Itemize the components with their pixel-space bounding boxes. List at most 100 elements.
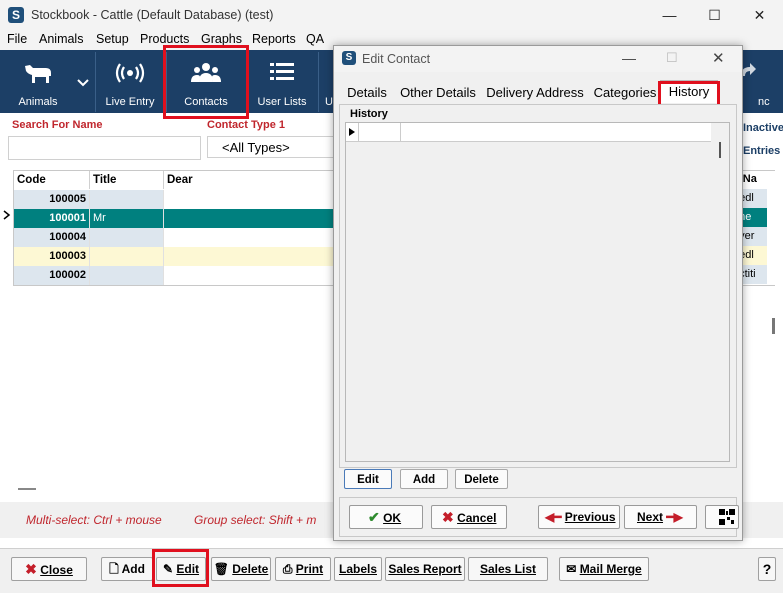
list-icon xyxy=(270,63,294,80)
group-select-hint: Group select: Shift + m xyxy=(194,513,317,527)
print-button-label: Print xyxy=(295,562,324,576)
table-row[interactable]: 100001 Mr xyxy=(14,209,344,228)
tab-categories[interactable]: Categories xyxy=(591,82,659,104)
close-window-button[interactable]: ✕ xyxy=(737,0,782,30)
toolbar-animals-button[interactable]: Animals xyxy=(6,52,70,112)
column-header-dear[interactable]: Dear xyxy=(164,171,344,189)
dialog-close-button[interactable]: ✕ xyxy=(712,49,725,67)
cell-code[interactable]: 100001 xyxy=(14,209,90,228)
toolbar-dropdown-button[interactable] xyxy=(72,52,94,112)
tab-details[interactable]: Details xyxy=(342,82,392,104)
next-button-label: Next xyxy=(637,510,664,524)
history-grid-divider xyxy=(358,123,359,141)
table-row[interactable]: 100003 xyxy=(14,247,344,266)
cell-dear[interactable] xyxy=(164,209,344,228)
cell-dear[interactable] xyxy=(164,247,344,266)
delete-button-label: Delete xyxy=(232,562,269,576)
toolbar-live-entry-button[interactable]: Live Entry xyxy=(96,52,164,112)
cell-code[interactable]: 100005 xyxy=(14,190,90,209)
cell-code[interactable]: 100004 xyxy=(14,228,90,247)
toolbar-user-lists-button[interactable]: User Lists xyxy=(248,52,316,112)
mail-merge-button[interactable]: ✉ Mail Merge xyxy=(559,557,649,581)
minimize-button[interactable]: — xyxy=(647,0,692,30)
print-button[interactable]: ⎙ Print xyxy=(275,557,331,581)
menu-reports[interactable]: Reports xyxy=(252,32,296,46)
cell-title[interactable]: Mr xyxy=(90,209,164,228)
history-section-label: History xyxy=(350,108,388,120)
ok-button[interactable]: ✔ OK xyxy=(349,505,423,529)
cell-title[interactable] xyxy=(90,247,164,266)
cell-code[interactable]: 100003 xyxy=(14,247,90,266)
arrow-left-icon: ◀━ xyxy=(545,510,562,524)
contact-type-label: Contact Type 1 xyxy=(207,119,286,131)
history-scrollbar-thumb[interactable] xyxy=(719,142,721,158)
history-delete-button[interactable]: Delete xyxy=(455,469,508,489)
contacts-grid[interactable]: Code Title Dear 100005 100001 Mr 100004 1000… xyxy=(13,170,345,286)
add-button[interactable]: 🗋 Add xyxy=(101,557,153,581)
dialog-maximize-button: ☐ xyxy=(666,50,678,65)
contact-type-select[interactable]: <All Types> xyxy=(207,136,337,158)
cell-title[interactable] xyxy=(90,190,164,209)
delete-button[interactable]: 🗑 Delete xyxy=(211,557,271,581)
toolbar-animals-label: Animals xyxy=(18,96,58,108)
chevron-down-icon xyxy=(77,79,89,87)
row-pointer-icon xyxy=(3,210,11,220)
window-title: Stockbook - Cattle (Default Database) (t… xyxy=(31,8,274,22)
history-add-button[interactable]: Add xyxy=(400,469,448,489)
dialog-title: Edit Contact xyxy=(362,52,431,66)
history-grid[interactable] xyxy=(345,122,730,462)
broadcast-icon xyxy=(115,63,145,83)
cancel-button[interactable]: ✖ Cancel xyxy=(431,505,507,529)
close-button[interactable]: ✖ Close xyxy=(11,557,87,581)
sales-report-button-label: Sales Report xyxy=(388,562,462,576)
checkmark-icon: ✔ xyxy=(368,509,380,525)
next-button[interactable]: Next ━▶ xyxy=(624,505,697,529)
labels-button-label: Labels xyxy=(338,562,377,576)
scroll-indicator xyxy=(18,488,36,490)
menu-products[interactable]: Products xyxy=(140,32,189,46)
mail-merge-button-label: Mail Merge xyxy=(579,562,642,576)
main-scrollbar-thumb[interactable] xyxy=(772,318,775,334)
dialog-minimize-button[interactable]: — xyxy=(622,50,636,66)
ok-button-label: OK xyxy=(383,511,402,525)
toolbar-partial-label: U xyxy=(325,96,333,108)
table-row[interactable]: 100002 xyxy=(14,266,344,285)
cancel-button-label: Cancel xyxy=(457,511,497,525)
cell-dear[interactable] xyxy=(164,190,344,209)
inactive-checkbox-label[interactable]: Inactive xyxy=(743,122,783,134)
maximize-button[interactable]: ☐ xyxy=(692,0,737,30)
add-button-label: Add xyxy=(121,562,145,576)
menu-qa[interactable]: QA xyxy=(306,32,324,46)
sales-list-button[interactable]: Sales List xyxy=(468,557,548,581)
menu-animals[interactable]: Animals xyxy=(39,32,83,46)
search-name-input[interactable] xyxy=(8,136,201,160)
column-header-code[interactable]: Code xyxy=(14,171,90,189)
envelope-icon: ✉ xyxy=(566,562,577,576)
sales-report-button[interactable]: Sales Report xyxy=(385,557,465,581)
close-x-icon: ✖ xyxy=(25,561,37,577)
history-grid-divider xyxy=(400,123,401,141)
cell-title[interactable] xyxy=(90,228,164,247)
qr-code-icon xyxy=(719,509,735,525)
history-edit-button[interactable]: Edit xyxy=(344,469,392,489)
menu-graphs[interactable]: Graphs xyxy=(201,32,242,46)
menu-setup[interactable]: Setup xyxy=(96,32,129,46)
previous-button-label: Previous xyxy=(564,510,616,524)
previous-button[interactable]: ◀━ Previous xyxy=(538,505,620,529)
cell-dear[interactable] xyxy=(164,228,344,247)
table-row[interactable]: 100004 xyxy=(14,228,344,247)
cancel-x-icon: ✖ xyxy=(442,509,454,525)
tab-delivery-address[interactable]: Delivery Address xyxy=(483,82,587,104)
labels-button[interactable]: Labels xyxy=(334,557,382,581)
new-document-icon: 🗋 xyxy=(109,562,119,576)
barcode-button[interactable] xyxy=(705,505,739,529)
toolbar-sync-partial-label: nc xyxy=(758,96,770,108)
tab-other-details[interactable]: Other Details xyxy=(395,82,481,104)
table-row[interactable]: 100005 xyxy=(14,190,344,209)
cell-title[interactable] xyxy=(90,266,164,285)
cell-dear[interactable] xyxy=(164,266,344,285)
help-button[interactable]: ? xyxy=(758,557,776,581)
column-header-title[interactable]: Title xyxy=(90,171,164,189)
menu-file[interactable]: File xyxy=(7,32,27,46)
cell-code[interactable]: 100002 xyxy=(14,266,90,285)
